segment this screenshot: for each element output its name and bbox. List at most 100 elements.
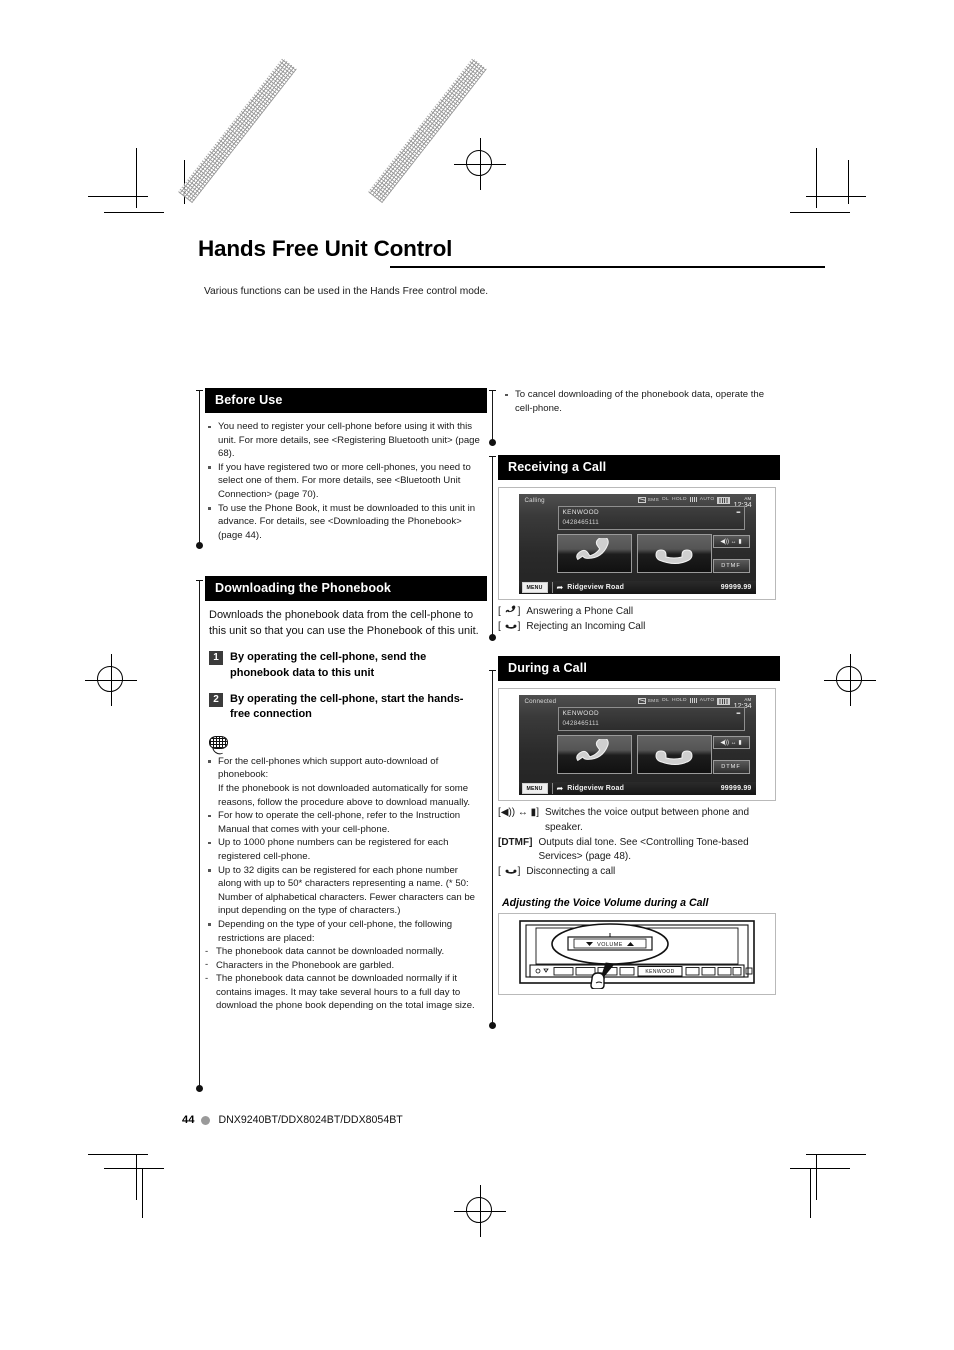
section-end-rule-right-3	[492, 670, 494, 1026]
manual-page: Hands Free Unit Control Various function…	[0, 0, 954, 1350]
mail-icon	[637, 497, 646, 504]
step-2: 2 By operating the cell-phone, start the…	[209, 692, 483, 723]
downloading-intro: Downloads the phonebook data from the ce…	[209, 609, 479, 637]
handset-answer-icon	[571, 537, 617, 568]
list-item: For how to operate the cell-phone, refer…	[205, 809, 483, 836]
legend-label: Switches the voice output between phone …	[544, 807, 750, 833]
step-text: By operating the cell-phone, send the ph…	[230, 651, 427, 679]
dtmf-button[interactable]: DTMF	[712, 559, 750, 574]
speaker-switch-icon: [◀)) ↔ ▮]	[498, 807, 539, 819]
signal-strength-icon	[689, 698, 697, 704]
legend-row: [ ] Answering a Phone Call	[498, 605, 776, 620]
during-call-legend: [◀)) ↔ ▮] Switches the voice output betw…	[498, 806, 776, 879]
section-end-rule-left-2	[199, 580, 201, 1088]
during-call-screenshot-frame: Connected SMS DL HOLD AUTO AM 12:34 KENW…	[498, 688, 776, 802]
scroll-dots-icon: ▪▪▪	[736, 510, 741, 517]
turn-arrow-icon: ➦	[556, 582, 564, 592]
mail-icon	[637, 698, 646, 705]
receiving-call-screenshot-frame: Calling SMS DL HOLD AUTO AM 12:34 KENWOO…	[498, 487, 776, 601]
faceplate-illustration-frame: KENWOOD VOLUME	[498, 913, 776, 996]
handset-reject-icon	[651, 739, 697, 769]
handset-answer-icon	[571, 738, 617, 769]
registration-mark-bottom	[454, 1185, 506, 1237]
voice-output-switch-button[interactable]: ◀)) ↔ ▮	[712, 736, 750, 750]
svg-text:KENWOOD: KENWOOD	[645, 969, 674, 975]
legend-label: Answering a Phone Call	[526, 606, 634, 618]
list-item: Up to 1000 phone numbers can be register…	[205, 836, 483, 863]
section-end-ball-left-1	[196, 542, 203, 549]
during-call-screen: Connected SMS DL HOLD AUTO AM 12:34 KENW…	[518, 695, 756, 796]
section-header-during-a-call: During a Call	[498, 656, 780, 682]
list-item-continuation: If the phonebook is not downloaded autom…	[218, 782, 471, 808]
page-footer: 44 DNX9240BT/DDX8024BT/DDX8054BT	[182, 1114, 403, 1126]
section-header-downloading-phonebook: Downloading the Phonebook	[205, 576, 487, 602]
receiving-call-legend: [ ] Answering a Phone Call [ ] Rejecting…	[498, 605, 776, 634]
reject-call-button[interactable]	[636, 534, 712, 574]
section-end-rule-left-1	[199, 390, 201, 545]
scroll-dots-icon: ▪▪▪	[736, 711, 741, 718]
list-item: Up to 32 digits can be registered for ea…	[205, 864, 483, 918]
hold-indicator: HOLD	[671, 497, 687, 503]
call-state-label: Connected	[524, 698, 557, 706]
list-item: To use the Phone Book, it must be downlo…	[205, 502, 483, 543]
turn-arrow-icon: ➦	[556, 783, 564, 793]
section-end-cap-right-2	[489, 456, 496, 458]
handset-answer-icon: [ ]	[498, 605, 521, 618]
dl-indicator: DL	[662, 497, 669, 503]
voice-output-switch-button[interactable]: ◀)) ↔ ▮	[712, 535, 750, 549]
right-column: To cancel downloading of the phonebook d…	[498, 388, 780, 996]
faceplate-drawing: KENWOOD VOLUME	[519, 920, 755, 991]
handset-reject-icon	[651, 538, 697, 568]
odometer-value: 99999.99	[720, 785, 752, 793]
bottom-navigation-bar: MENU ➦ Ridgeview Road 99999.99	[518, 581, 756, 595]
list-item: To cancel downloading of the phonebook d…	[502, 388, 776, 415]
section-end-ball-right-3	[489, 1022, 496, 1029]
dl-indicator: DL	[662, 698, 669, 704]
decorative-hatch-stripe-1	[178, 58, 297, 204]
answer-call-button[interactable]	[556, 534, 632, 574]
step-number-badge: 1	[209, 651, 223, 666]
list-item: For the cell-phones which support auto-d…	[205, 755, 483, 782]
page-intro-text: Various functions can be used in the Han…	[204, 286, 489, 297]
list-item: If you have registered two or more cell-…	[205, 461, 483, 502]
section-end-ball-left-2	[196, 1085, 203, 1092]
disconnect-call-button[interactable]	[636, 735, 712, 775]
section-end-rule-right-2	[492, 456, 494, 638]
odometer-value: 99999.99	[720, 584, 752, 592]
handset-reject-icon: [ ]	[498, 620, 521, 632]
menu-button[interactable]: MENU	[521, 783, 548, 795]
auto-indicator: AUTO	[699, 698, 715, 704]
caller-number: 0428465111	[562, 720, 599, 728]
caller-name: KENWOOD	[562, 710, 600, 718]
caller-info-box: KENWOOD 0428465111 ▪▪▪	[557, 506, 745, 531]
list-item: The phonebook data cannot be downloaded …	[205, 972, 483, 1013]
section-header-receiving-a-call: Receiving a Call	[498, 455, 780, 481]
current-road-display: ➦ Ridgeview Road	[551, 582, 721, 594]
answer-call-button[interactable]	[556, 735, 632, 775]
footer-bullet-icon	[201, 1115, 211, 1125]
sms-indicator: SMS	[637, 698, 660, 705]
section-header-before-use: Before Use	[205, 388, 487, 413]
menu-button[interactable]: MENU	[521, 582, 548, 594]
dtmf-button[interactable]: DTMF	[712, 760, 750, 775]
svg-text:VOLUME: VOLUME	[597, 942, 623, 948]
cancel-download-note: To cancel downloading of the phonebook d…	[502, 388, 776, 415]
battery-icon	[717, 497, 731, 505]
road-name: Ridgeview Road	[567, 785, 625, 793]
current-road-display: ➦ Ridgeview Road	[551, 783, 721, 795]
signal-strength-icon	[689, 497, 697, 503]
title-underline	[390, 266, 825, 268]
section-end-cap-left-2	[196, 580, 203, 582]
registration-mark-right	[824, 654, 876, 706]
list-item: The phonebook data cannot be downloaded …	[205, 945, 483, 959]
legend-row: [ ] Disconnecting a call	[498, 865, 776, 880]
legend-label: Rejecting an Incoming Call	[526, 620, 646, 632]
caller-info-box: KENWOOD 0428465111 ▪▪▪	[557, 707, 745, 732]
legend-row: [DTMF] Outputs dial tone. See <Controlli…	[498, 836, 776, 865]
registration-mark-top	[454, 138, 506, 190]
road-name: Ridgeview Road	[567, 584, 625, 592]
model-list: DNX9240BT/DDX8024BT/DDX8054BT	[218, 1114, 403, 1126]
section-end-cap-left-1	[196, 390, 203, 392]
list-item: Depending on the type of your cell-phone…	[205, 918, 483, 945]
list-item: You need to register your cell-phone bef…	[205, 420, 483, 461]
